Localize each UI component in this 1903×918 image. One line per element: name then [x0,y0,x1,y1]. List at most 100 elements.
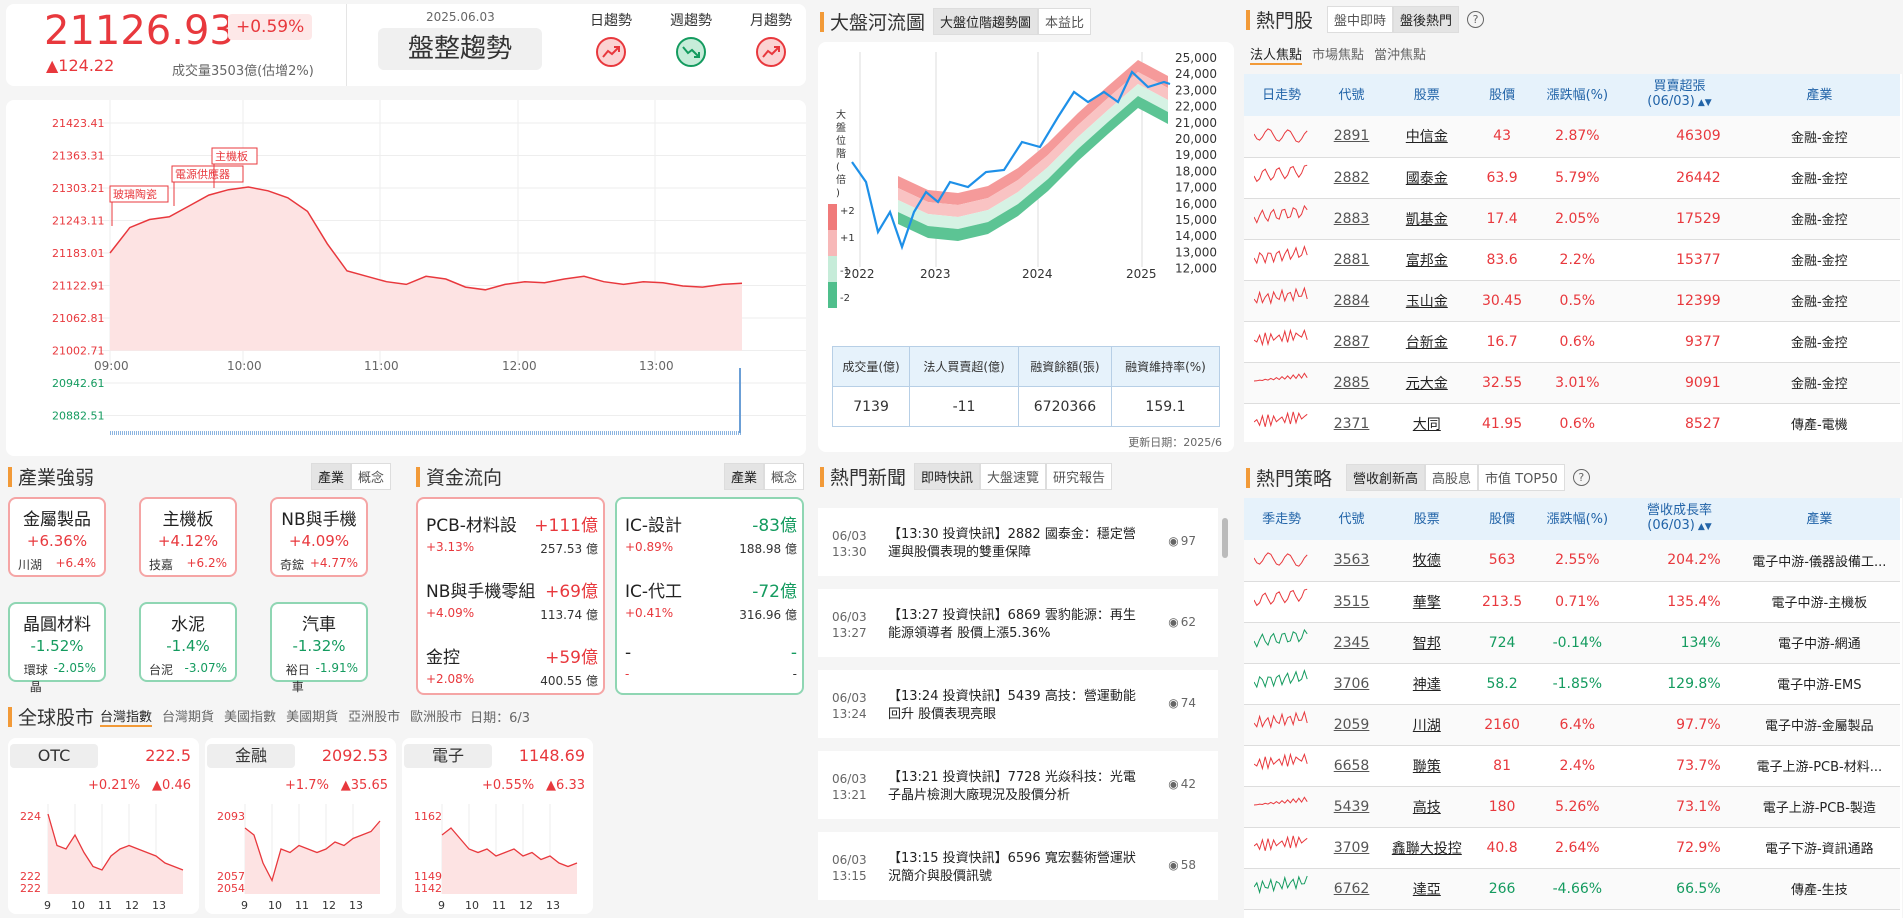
monthly-trend[interactable]: 月趨勢 [750,10,792,72]
industry-card[interactable]: 主機板 +4.12% 技嘉 +6.2% [139,497,237,577]
intraday-chart[interactable]: 21423.41 21363.31 21303.21 21243.11 21183.01… [6,100,806,456]
news-headline[interactable]: 【13:24 投資快訊】5439 高技：營運動能回升 股價表現亮眼 [888,688,1138,724]
news-item[interactable]: 06/03 13:21 【13:21 投資快訊】7728 光焱科技：光電子晶片檢測大… [818,751,1218,819]
industry-card[interactable]: 晶圓材料 -1.52% 環球晶 -2.05% [8,602,106,694]
table-row[interactable]: 2882 國泰金 63.9 5.79% 26442 金融-金控 [1244,157,1900,199]
stock-code[interactable]: 5439 [1319,786,1384,828]
help-icon[interactable]: ? [1467,11,1485,28]
stock-name[interactable]: 智邦 [1383,622,1470,664]
stock-code[interactable]: 2887 [1319,321,1384,363]
news-tab-overview[interactable]: 大盤速覽 [980,463,1047,490]
global-tab[interactable]: 歐洲股市 [410,706,462,727]
help-icon[interactable]: ? [1572,469,1590,486]
stock-code[interactable]: 2891 [1319,116,1384,158]
stock-code[interactable]: 6658 [1319,745,1384,787]
stock-name[interactable]: 富邦金 [1383,239,1470,281]
table-row[interactable]: 3706 神達 58.2 -1.85% 129.8% 電子中游-EMS [1244,663,1900,705]
table-header[interactable]: 營收成長率 (06/03) ▲▼ [1620,498,1739,540]
strategy-tab-revenue[interactable]: 營收創新高 [1346,464,1426,491]
fund-item[interactable]: NB與手機零組 +69億 +4.09% 113.74 億 [426,577,598,623]
table-row[interactable]: 2884 玉山金 30.45 0.5% 12399 金融-金控 [1244,280,1900,322]
stock-code[interactable]: 2882 [1319,157,1384,199]
news-item[interactable]: 06/03 13:24 【13:24 投資快訊】5439 高技：營運動能回升 股價表… [818,670,1218,738]
table-row[interactable]: 3563 牧德 563 2.55% 204.2% 電子中游-儀器設備工... [1244,540,1900,582]
hot-subtab-market[interactable]: 市場焦點 [1312,44,1364,65]
sort-icon[interactable]: ▲▼ [1698,98,1712,108]
stock-name[interactable]: 華擎 [1383,581,1470,623]
global-tab[interactable]: 美國指數 [224,706,276,727]
stock-name[interactable]: 神達 [1383,663,1470,705]
fund-item[interactable]: PCB-材料設 +111億 +3.13% 257.53 億 [426,511,598,557]
stock-code[interactable]: 2884 [1319,280,1384,322]
stock-name[interactable]: 鑫聯大投控 [1383,827,1470,869]
fund-item[interactable]: IC-設計 -83億 +0.89% 188.98 億 [625,511,797,557]
news-tab-report[interactable]: 研究報告 [1046,463,1113,490]
sort-icon[interactable]: ▲▼ [1698,522,1712,532]
table-row[interactable]: 2345 智邦 724 -0.14% 134% 電子中游-網通 [1244,622,1900,664]
daily-trend[interactable]: 日趨勢 [590,10,632,72]
stock-code[interactable]: 3706 [1319,663,1384,705]
stock-code[interactable]: 2881 [1319,239,1384,281]
stock-name[interactable]: 川湖 [1383,704,1470,746]
hot-subtab-institution[interactable]: 法人焦點 [1250,44,1303,65]
stock-name[interactable]: 聯策 [1383,745,1470,787]
industry-card[interactable]: NB與手機 +4.09% 奇鋐 +4.77% [270,497,368,577]
global-tab[interactable]: 台灣期貨 [162,706,214,727]
hot-tab-after[interactable]: 盤後熱門 [1393,6,1460,33]
stock-name[interactable]: 凱基金 [1383,198,1470,240]
stock-code[interactable]: 2885 [1319,362,1384,404]
stock-name[interactable]: 達亞 [1383,868,1470,910]
river-chart[interactable]: 大盤位階(倍)+2+1-1-225,00024,00023,00022,0002… [818,42,1234,342]
news-headline[interactable]: 【13:21 投資快訊】7728 光焱科技：光電子晶片檢測大廠現況及股價分析 [888,769,1138,805]
news-scrollbar[interactable] [1222,518,1228,558]
table-row[interactable]: 2371 大同 41.95 0.6% 8527 傳產-電機 [1244,403,1900,442]
table-row[interactable]: 2887 台新金 16.7 0.6% 9377 金融-金控 [1244,321,1900,363]
weekly-trend[interactable]: 週趨勢 [670,10,712,72]
news-item[interactable]: 06/03 13:15 【13:15 投資快訊】6596 寬宏藝術營運狀況簡介與股價… [818,832,1218,900]
table-row[interactable]: 6658 聯策 81 2.4% 73.7% 電子上游-PCB-材料... [1244,745,1900,787]
stock-code[interactable]: 2371 [1319,403,1384,442]
global-index-card[interactable]: OTC 222.5 +0.21% ▲0.46 224 222 222 9 10 11 12 13 [8,738,199,914]
stock-code[interactable]: 2345 [1319,622,1384,664]
industry-tab-sector[interactable]: 產業 [310,463,351,490]
global-index-card[interactable]: 金融 2092.53 +1.7% ▲35.65 2093 2057 2054 9 10 11 12 1… [205,738,396,914]
industry-tab-concept[interactable]: 概念 [350,463,391,490]
strategy-tab-top50[interactable]: 市值 TOP50 [1478,464,1565,491]
stock-name[interactable]: 大同 [1383,403,1470,442]
news-item[interactable]: 06/03 13:30 【13:30 投資快訊】2882 國泰金：穩定營運與股價表現… [818,508,1218,576]
table-row[interactable]: 3709 鑫聯大投控 40.8 2.64% 72.9% 電子下游-資訊通路 [1244,827,1900,869]
global-tab[interactable]: 美國期貨 [286,706,338,727]
fund-item[interactable]: IC-代工 -72億 +0.41% 316.96 億 [625,577,797,623]
table-row[interactable]: 5439 高技 180 5.26% 73.1% 電子上游-PCB-製造 [1244,786,1900,828]
stock-code[interactable]: 3515 [1319,581,1384,623]
global-index-card[interactable]: 電子 1148.69 +0.55% ▲6.33 1162 1149 1142 9 10 11 12 1… [402,738,593,914]
fund-item[interactable]: 金控 +59億 +2.08% 400.55 億 [426,643,598,689]
stock-code[interactable]: 3563 [1319,540,1384,582]
table-row[interactable]: 2881 富邦金 83.6 2.2% 15377 金融-金控 [1244,239,1900,281]
industry-card[interactable]: 水泥 -1.4% 台泥 -3.07% [139,602,237,682]
stock-code[interactable]: 3709 [1319,827,1384,869]
table-row[interactable]: 3515 華擎 213.5 0.71% 135.4% 電子中游-主機板 [1244,581,1900,623]
industry-card[interactable]: 金屬製品 +6.36% 川湖 +6.4% [8,497,106,577]
table-row[interactable]: 2059 川湖 2160 6.4% 97.7% 電子中游-金屬製品 [1244,704,1900,746]
stock-name[interactable]: 國泰金 [1383,157,1470,199]
hot-tab-live[interactable]: 盤中即時 [1327,6,1394,33]
global-tab[interactable]: 台灣指數 [100,706,153,727]
global-tab[interactable]: 亞洲股市 [348,706,400,727]
river-tab-pe[interactable]: 本益比 [1038,8,1092,35]
stock-code[interactable]: 2883 [1319,198,1384,240]
river-tab-level[interactable]: 大盤位階趨勢圖 [933,8,1039,35]
stock-name[interactable]: 牧德 [1383,540,1470,582]
news-headline[interactable]: 【13:27 投資快訊】6869 雲豹能源：再生能源領導者 股價上漲5.36% [888,607,1138,643]
table-row[interactable]: 2883 凱基金 17.4 2.05% 17529 金融-金控 [1244,198,1900,240]
fund-tab-concept[interactable]: 概念 [763,463,804,490]
stock-name[interactable]: 中信金 [1383,116,1470,158]
fund-tab-sector[interactable]: 產業 [723,463,764,490]
news-headline[interactable]: 【13:15 投資快訊】6596 寬宏藝術營運狀況簡介與股價訊號 [888,850,1138,886]
stock-code[interactable]: 6762 [1319,868,1384,910]
stock-name[interactable]: 高技 [1383,786,1470,828]
industry-card[interactable]: 汽車 -1.32% 裕日車 -1.91% [270,602,368,694]
table-row[interactable]: 2891 中信金 43 2.87% 46309 金融-金控 [1244,116,1900,158]
stock-name[interactable]: 台新金 [1383,321,1470,363]
strategy-tab-dividend[interactable]: 高股息 [1425,464,1479,491]
